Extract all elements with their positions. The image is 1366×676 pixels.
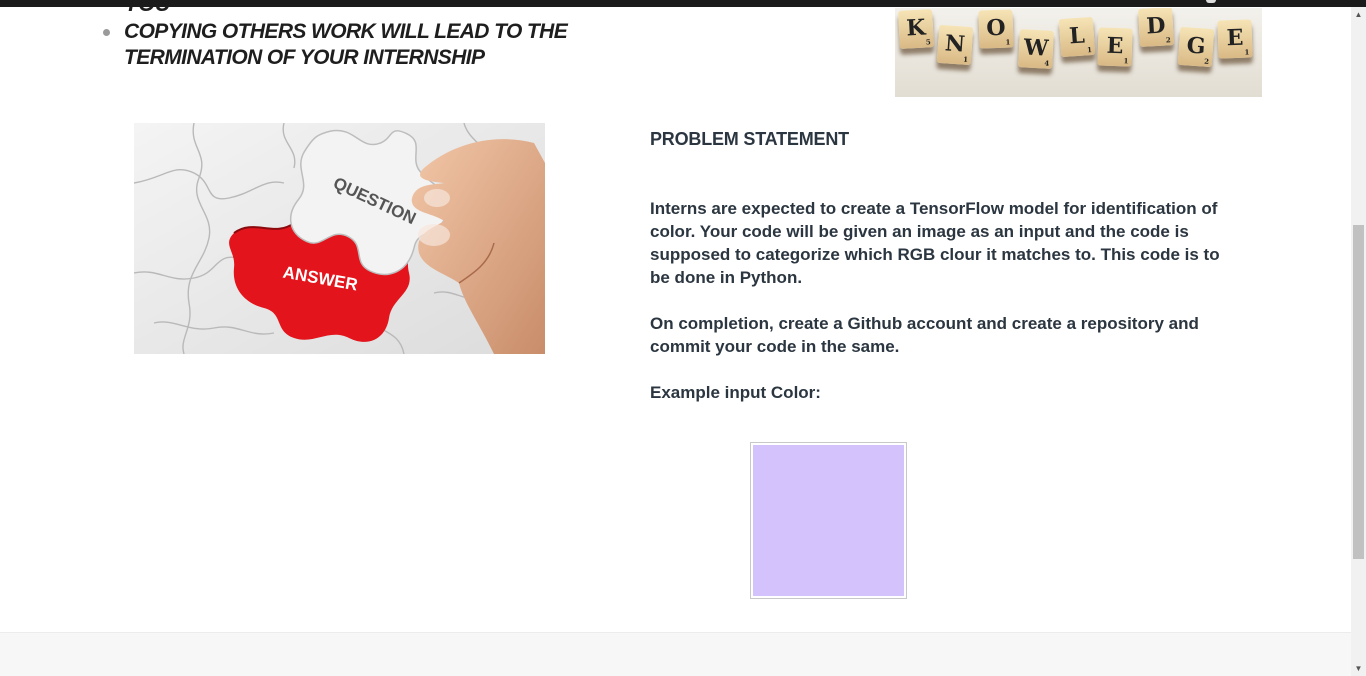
page-footer bbox=[0, 632, 1351, 676]
scrabble-tile: E1 bbox=[1217, 19, 1253, 59]
rule-text: COPYING OTHERS WORK WILL LEAD TO THE TER… bbox=[124, 20, 568, 69]
scrabble-tile: E1 bbox=[1097, 27, 1133, 67]
scrabble-tile: W4 bbox=[1018, 29, 1054, 69]
scrabble-tile: D2 bbox=[1138, 8, 1174, 47]
example-color-fill bbox=[753, 445, 904, 596]
bullet-icon bbox=[103, 29, 110, 36]
list-item: COPYING OTHERS WORK WILL LEAD TO THE TER… bbox=[100, 19, 570, 71]
page-content: YOU COPYING OTHERS WORK WILL LEAD TO THE… bbox=[0, 7, 1351, 676]
previous-bullet-fragment: YOU bbox=[124, 7, 171, 17]
question-answer-puzzle-image: ANSWER QUESTION bbox=[134, 123, 545, 354]
browser-top-bar bbox=[0, 0, 1366, 7]
scroll-down-icon[interactable]: ▼ bbox=[1351, 661, 1366, 676]
example-color-swatch bbox=[750, 442, 907, 599]
knowledge-scrabble-image: K5 N1 O1 W4 L1 E1 D2 G2 E1 bbox=[895, 8, 1262, 97]
puzzle-illustration: ANSWER QUESTION bbox=[134, 123, 545, 354]
submission-instructions: On completion, create a Github account a… bbox=[650, 314, 1199, 356]
problem-statement-section: PROBLEM STATEMENT Interns are expected t… bbox=[650, 128, 1240, 404]
scrabble-tile: L1 bbox=[1058, 16, 1096, 58]
example-input-label: Example input Color: bbox=[650, 383, 821, 402]
scrabble-tile: K5 bbox=[898, 9, 934, 49]
scroll-up-icon[interactable]: ▲ bbox=[1351, 7, 1366, 22]
scrabble-tile: N1 bbox=[936, 24, 974, 66]
scrabble-tile: G2 bbox=[1177, 26, 1215, 68]
vertical-scrollbar[interactable]: ▲ ▼ bbox=[1351, 7, 1366, 676]
scrabble-tile: O1 bbox=[978, 9, 1014, 49]
problem-statement-heading: PROBLEM STATEMENT bbox=[650, 129, 849, 149]
browser-extension-icon[interactable] bbox=[1206, 0, 1216, 3]
scrollbar-thumb[interactable] bbox=[1353, 225, 1364, 559]
rules-list: COPYING OTHERS WORK WILL LEAD TO THE TER… bbox=[100, 19, 570, 71]
problem-description: Interns are expected to create a TensorF… bbox=[650, 199, 1220, 287]
